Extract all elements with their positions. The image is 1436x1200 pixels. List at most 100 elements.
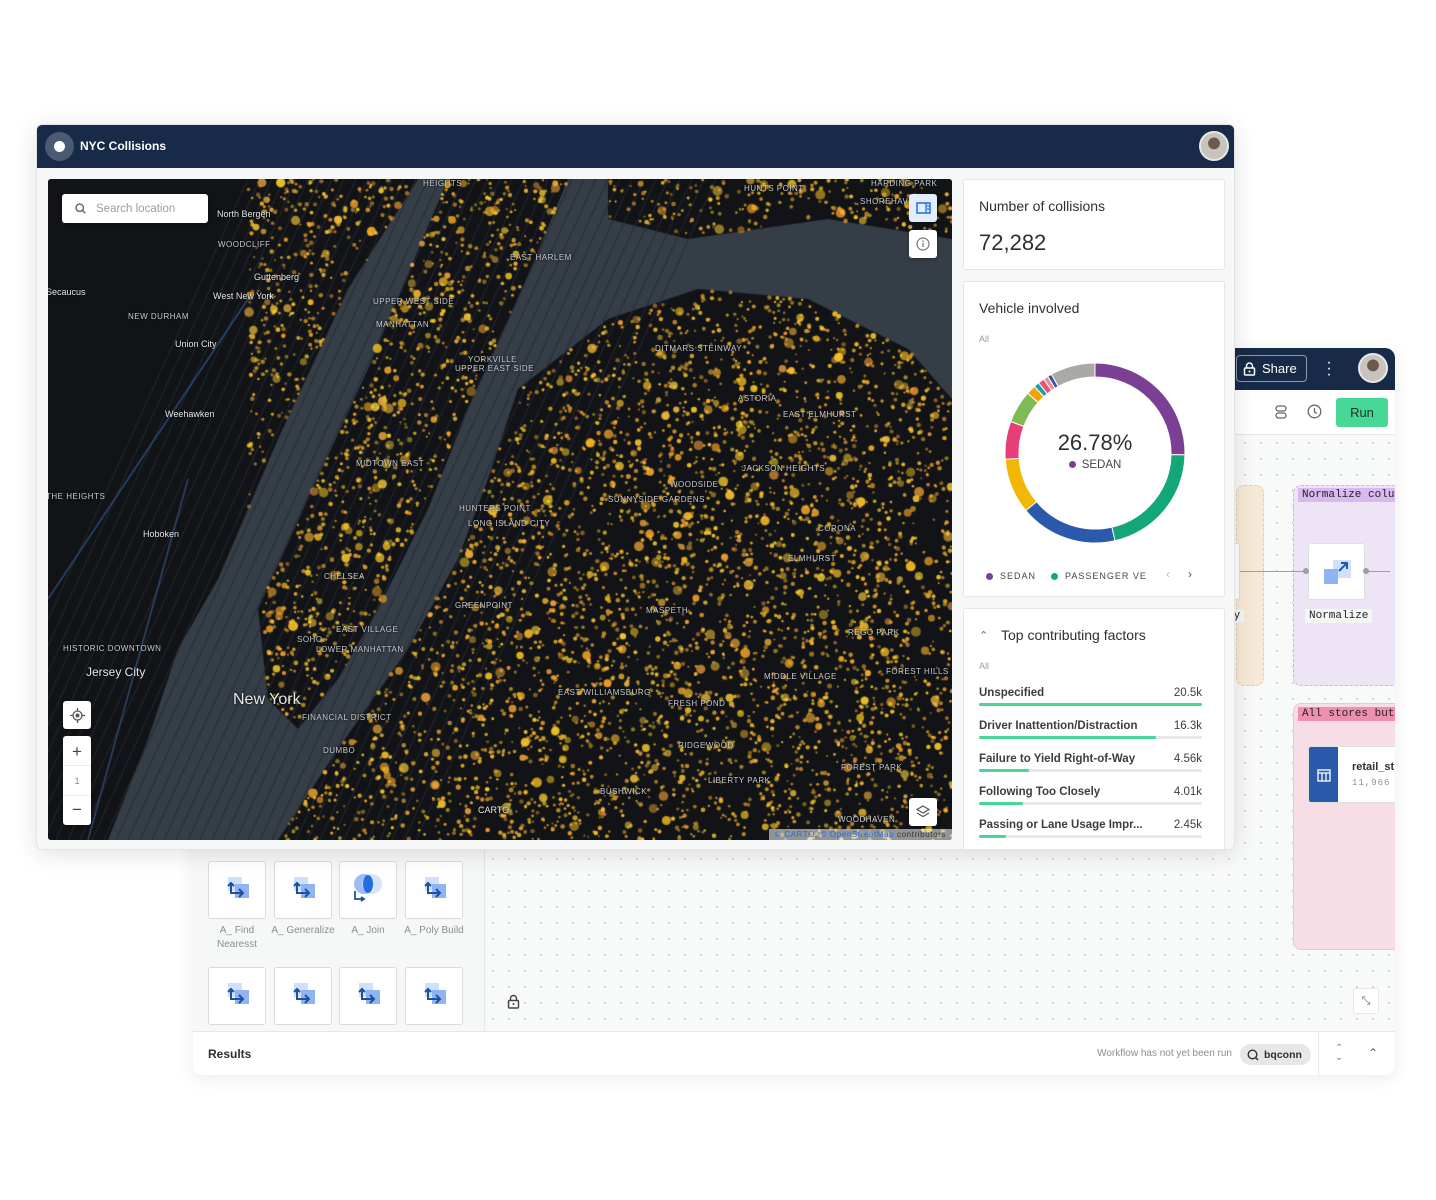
database-icon[interactable] [1275,405,1287,419]
legend-dot [986,572,993,580]
donut-slice[interactable] [1050,362,1096,388]
group-tag-all-stores: All stores but [1298,707,1395,721]
donut-legend: SEDAN PASSENGER VE [986,571,1149,581]
basemap-layers-button[interactable] [909,798,937,826]
factor-value: 2.45k [1173,819,1202,831]
port-dot[interactable] [1363,568,1369,574]
group-orange[interactable] [1236,485,1264,686]
donut-slice[interactable] [1025,500,1116,544]
expand-icon[interactable]: ⤡ [1353,988,1379,1014]
more-options-icon[interactable]: · · · [1325,355,1333,383]
map-label: LONG ISLAND CITY [468,519,551,528]
map-label: REGO PARK [848,628,900,637]
factor-row[interactable]: Driver Inattention/Distraction 16.3k [979,720,1202,753]
app-title: NYC Collisions [80,139,167,153]
legend-icon [915,202,931,214]
transform-icon [222,874,252,907]
map[interactable]: North Bergen WOODCLIFF Guttenberg Secaucus W… [48,179,952,840]
map-label: CHELSEA [324,572,365,581]
component-tile[interactable] [274,861,332,919]
app-logo [45,132,74,161]
widget-title: Top contributing factors [1001,627,1146,643]
search-location-input[interactable]: Search location [62,194,208,223]
map-label: Guttenberg [254,272,300,282]
map-label: MIDDLE VILLAGE [764,672,837,681]
info-button[interactable] [909,230,937,258]
component-tile[interactable] [339,967,397,1025]
map-label: FOREST HILLS [886,667,949,676]
factor-row[interactable]: Failure to Yield Right-of-Way 4.56k [979,753,1202,786]
node-label: Normalize [1305,609,1373,623]
normalize-node[interactable] [1308,543,1365,600]
connection-badge[interactable]: bqconn [1240,1044,1311,1065]
map-label: HEIGHTS [423,179,463,188]
map-label: JACKSON HEIGHTS [742,464,826,473]
factor-row[interactable]: Unspecified 20.5k [979,687,1202,720]
donut-center-value: 26.78% [1057,430,1133,455]
results-label[interactable]: Results [208,1047,251,1061]
map-label: Secaucus [48,287,86,297]
source-node[interactable]: retail_st 11,966 R [1308,746,1395,803]
resize-icon[interactable]: ⌃ ⌄ [1335,1044,1343,1063]
attribution-carto[interactable]: © CARTO [775,830,815,839]
component-tile[interactable] [405,967,463,1025]
group-tag-normalize: Normalize colu [1298,488,1395,502]
legend-prev-button[interactable]: ‹ [1166,567,1170,581]
map-label: New York [233,691,301,708]
search-icon [75,203,86,214]
map-label: UPPER WEST SIDE [373,297,455,306]
map-label: FINANCIAL DISTRICT [302,713,392,722]
locate-button[interactable] [63,701,91,729]
factors-widget: ⌃ Top contributing factors All Unspecifi… [963,608,1225,849]
legend-toggle-button[interactable] [909,194,937,222]
results-bar: Results Workflow has not yet been run bq… [193,1031,1395,1075]
normalize-icon [1323,559,1351,584]
user-avatar[interactable] [1358,353,1388,383]
map-label: NEW DURHAM [128,312,189,321]
lock-icon [1243,361,1256,376]
factor-value: 4.01k [1173,786,1202,798]
map-label: HUNTERS POINT [459,504,531,513]
zoom-out-button[interactable]: − [63,796,91,825]
map-label: WOODHAVEN [838,815,896,824]
legend-next-button[interactable]: › [1188,567,1192,581]
factor-row[interactable]: Passing or Lane Usage Impr... 2.45k [979,819,1202,849]
map-label: West New York [213,291,274,301]
map-label: CORONA [818,524,857,533]
map-label: EAST VILLAGE [336,625,399,634]
collapse-chevron-icon[interactable]: ⌃ [979,629,988,642]
group-all-stores[interactable] [1293,703,1395,950]
component-tile[interactable] [274,967,332,1025]
legend-item[interactable]: PASSENGER VE [1065,571,1149,581]
chevron-up-icon[interactable]: ⌃ [1368,1046,1378,1060]
component-tile[interactable] [208,967,266,1025]
map-label: Jersey City [86,665,146,679]
donut-center-label-wrap: SEDAN [964,459,1226,471]
donut-center-label: SEDAN [1081,459,1122,471]
legend-item[interactable]: SEDAN [1000,571,1036,581]
lock-icon[interactable] [507,994,520,1009]
component-tile[interactable] [339,861,397,919]
factor-bar [979,769,1202,772]
port-dot[interactable] [1303,568,1309,574]
share-button[interactable]: Share [1236,355,1307,382]
factor-row[interactable]: Following Too Closely 4.01k [979,786,1202,819]
map-label: WOODCLIFF [218,240,271,249]
factor-bar [979,835,1202,838]
history-clock-icon[interactable] [1307,404,1322,419]
map-label: Union City [175,339,217,349]
collisions-count: 72,282 [979,230,1047,255]
run-button[interactable]: Run [1336,398,1388,427]
component-label: A_ Join [351,925,385,936]
factor-bar [979,802,1202,805]
component-tile[interactable] [208,861,266,919]
map-label: LOWER MANHATTAN [316,645,404,654]
map-app-window: NYC Collisions North Bergen WOODCLIFF Gutt… [36,124,1235,850]
user-avatar[interactable] [1199,131,1229,161]
component-tile[interactable] [405,861,463,919]
component-label: A_ Find Nearesst [216,925,257,950]
attribution-osm[interactable]: © OpenStreetMap [821,830,895,839]
transform-icon [222,980,252,1013]
zoom-in-button[interactable]: + [63,737,91,766]
map-label: EAST WILLIAMSBURG [558,688,651,697]
